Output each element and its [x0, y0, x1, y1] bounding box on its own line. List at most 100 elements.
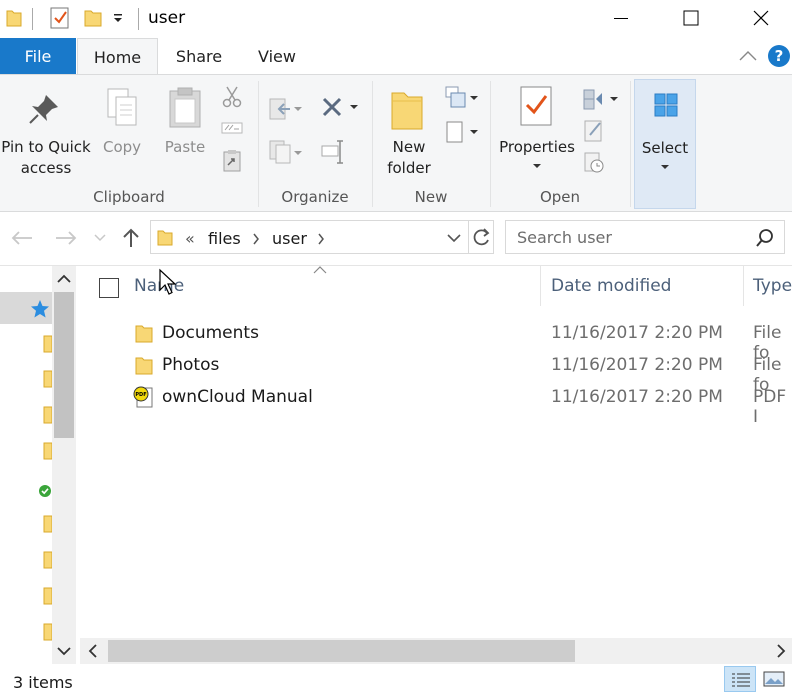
- minimize-button[interactable]: [598, 0, 644, 36]
- rename-icon[interactable]: [320, 139, 348, 165]
- sync-ok-icon[interactable]: [38, 484, 52, 498]
- file-row[interactable]: Photos 11/16/2017 2:20 PM File fo: [80, 352, 792, 395]
- new-folder-icon[interactable]: [84, 8, 102, 28]
- move-to-icon[interactable]: [268, 97, 306, 121]
- refresh-icon[interactable]: [472, 227, 492, 247]
- delete-icon[interactable]: [320, 95, 362, 121]
- search-icon[interactable]: [755, 228, 775, 248]
- search-box[interactable]: Search user: [505, 220, 785, 254]
- folder-icon[interactable]: [43, 369, 52, 389]
- folder-icon[interactable]: [43, 586, 52, 606]
- file-name[interactable]: Photos: [162, 355, 219, 375]
- easy-access-icon[interactable]: [444, 119, 480, 145]
- folder-icon[interactable]: [43, 622, 52, 642]
- cut-icon[interactable]: [221, 85, 243, 109]
- clipboard-group-label: Clipboard: [93, 188, 165, 206]
- large-icons-view-button[interactable]: [760, 666, 790, 692]
- new-folder-icon: [391, 92, 423, 130]
- scroll-thumb[interactable]: [108, 640, 575, 662]
- scroll-up-icon[interactable]: [57, 274, 71, 284]
- nav-item-quick-access[interactable]: [0, 292, 52, 324]
- copy-to-icon[interactable]: [268, 139, 306, 165]
- status-bar: [0, 664, 792, 693]
- address-history-chevron-icon[interactable]: [447, 233, 461, 243]
- select-grid-icon: [654, 93, 678, 117]
- breadcrumb-user[interactable]: user: [272, 229, 307, 248]
- item-count: 3 items: [13, 673, 73, 692]
- tab-file[interactable]: File: [0, 38, 76, 74]
- column-header-type[interactable]: Type: [753, 276, 792, 296]
- column-header-date[interactable]: Date modified: [551, 276, 671, 296]
- file-date: 11/16/2017 2:20 PM: [551, 355, 723, 375]
- breadcrumb-files[interactable]: files: [208, 229, 241, 248]
- file-name[interactable]: ownCloud Manual: [162, 387, 313, 407]
- organize-group-label: Organize: [281, 188, 349, 206]
- minimize-icon: [614, 18, 628, 19]
- folder-icon[interactable]: [43, 514, 52, 534]
- column-divider[interactable]: [540, 266, 541, 306]
- edit-icon[interactable]: [582, 119, 606, 143]
- folder-icon[interactable]: [43, 441, 52, 461]
- pin-to-quick-access-button[interactable]: Pin to Quick access: [0, 75, 91, 185]
- new-item-icon[interactable]: [444, 85, 480, 111]
- up-arrow-icon[interactable]: [121, 227, 141, 249]
- properties-check-icon[interactable]: [48, 6, 72, 30]
- tab-view[interactable]: View: [244, 38, 310, 74]
- details-view-icon: [732, 673, 750, 687]
- open-group-label: Open: [539, 188, 581, 206]
- copy-button[interactable]: Copy: [96, 75, 148, 185]
- paste-button[interactable]: Paste: [158, 75, 212, 185]
- paste-shortcut-icon[interactable]: [222, 149, 242, 173]
- new-folder-button[interactable]: New folder: [380, 75, 438, 185]
- breadcrumb-overflow[interactable]: «: [185, 229, 195, 248]
- pdf-file-icon: PDF: [133, 386, 153, 408]
- tab-home[interactable]: Home: [77, 38, 158, 75]
- paste-label: Paste: [164, 138, 206, 156]
- close-button[interactable]: [738, 0, 784, 36]
- pin-label-line1: Pin to Quick: [1, 138, 91, 156]
- select-label: Select: [641, 139, 689, 157]
- mouse-cursor-icon: [159, 268, 177, 295]
- properties-label: Properties: [499, 138, 575, 156]
- file-row[interactable]: Documents 11/16/2017 2:20 PM File fo: [80, 320, 792, 363]
- svg-text:PDF: PDF: [135, 392, 146, 398]
- scroll-thumb[interactable]: [54, 292, 74, 438]
- folder-icon[interactable]: [43, 334, 52, 354]
- copy-icon: [107, 88, 137, 126]
- folder-icon: [135, 325, 153, 343]
- divider: [0, 265, 792, 266]
- chevron-right-icon[interactable]: [317, 233, 325, 245]
- help-icon[interactable]: ?: [768, 45, 790, 67]
- new-group-label: New: [414, 188, 448, 206]
- customize-toolbar-icon[interactable]: [112, 12, 124, 24]
- chevron-right-icon[interactable]: [252, 233, 260, 245]
- select-all-checkbox[interactable]: [99, 278, 119, 298]
- column-divider[interactable]: [743, 266, 744, 306]
- scroll-down-icon[interactable]: [57, 646, 71, 656]
- back-arrow-icon[interactable]: [10, 230, 34, 246]
- file-date: 11/16/2017 2:20 PM: [551, 323, 723, 343]
- new-folder-label-line1: New: [392, 138, 426, 156]
- nav-scrollbar[interactable]: [52, 266, 76, 664]
- tab-share[interactable]: Share: [164, 38, 234, 74]
- details-view-button[interactable]: [724, 666, 756, 692]
- address-bar[interactable]: « files user: [150, 220, 494, 254]
- maximize-button[interactable]: [668, 0, 714, 36]
- history-icon[interactable]: [582, 151, 608, 175]
- copy-path-icon[interactable]: [221, 121, 243, 135]
- file-name[interactable]: Documents: [162, 323, 259, 343]
- file-date: 11/16/2017 2:20 PM: [551, 387, 723, 407]
- properties-button[interactable]: Properties: [496, 75, 578, 185]
- folder-icon[interactable]: [43, 405, 52, 425]
- folder-icon[interactable]: [43, 550, 52, 570]
- select-button[interactable]: Select: [634, 79, 696, 209]
- scroll-left-icon[interactable]: [88, 644, 98, 658]
- scroll-right-icon[interactable]: [776, 644, 786, 658]
- file-row[interactable]: PDF ownCloud Manual 11/16/2017 2:20 PM P…: [80, 384, 792, 427]
- search-input[interactable]: Search user: [517, 228, 612, 247]
- open-icon[interactable]: [582, 87, 622, 111]
- collapse-ribbon-icon[interactable]: [738, 50, 758, 62]
- chevron-down-icon: [533, 164, 541, 168]
- recent-locations-chevron-icon[interactable]: [94, 234, 106, 242]
- forward-arrow-icon[interactable]: [54, 230, 78, 246]
